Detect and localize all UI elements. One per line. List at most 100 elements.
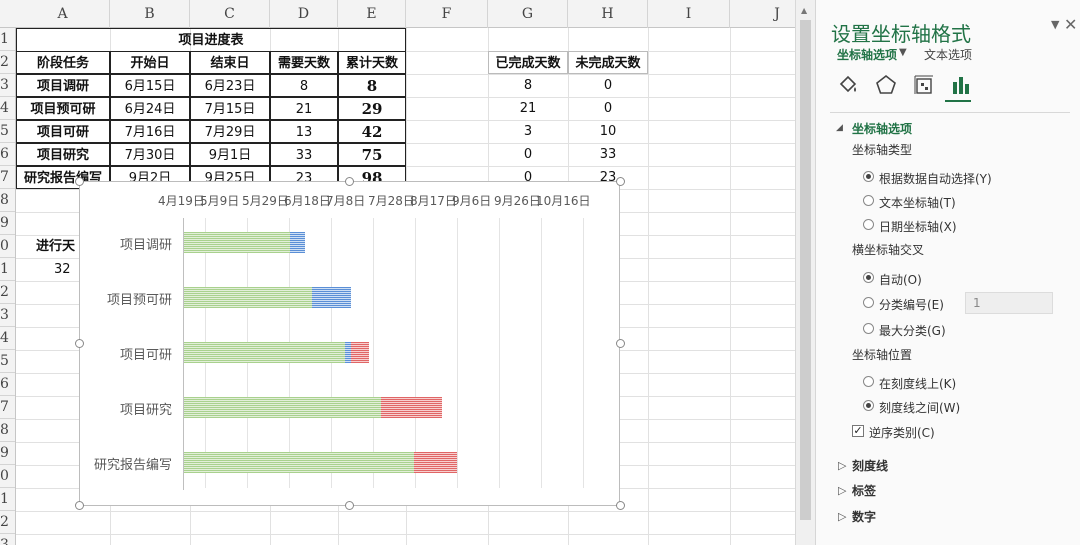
cell-cum[interactable]: 42	[338, 120, 406, 143]
option-on-tick-marks[interactable]: 在刻度线上(K)	[879, 375, 956, 392]
header-cum[interactable]: 累计天数	[338, 51, 406, 74]
cell-start[interactable]: 7月30日	[110, 143, 190, 166]
resize-handle[interactable]	[616, 177, 625, 186]
cell-task[interactable]: 项目调研	[16, 74, 110, 97]
radio-axis-date[interactable]	[863, 219, 874, 230]
cell-end[interactable]: 9月1日	[190, 143, 270, 166]
header-task[interactable]: 阶段任务	[16, 51, 110, 74]
cell-cum[interactable]: 75	[338, 143, 406, 166]
reverse-categories-checkbox[interactable]: ✓	[852, 425, 864, 437]
bar-offset[interactable]	[184, 287, 312, 308]
close-icon[interactable]: ✕	[1064, 15, 1077, 34]
reverse-categories-label[interactable]: 逆序类别(C)	[869, 424, 935, 441]
radio-axis-text[interactable]	[863, 195, 874, 206]
radio-between-tick-marks[interactable]	[863, 400, 874, 411]
cell-start[interactable]: 6月24日	[110, 97, 190, 120]
tab-axis-options[interactable]: 坐标轴选项	[837, 46, 897, 63]
cell-end[interactable]: 7月15日	[190, 97, 270, 120]
col-header-j[interactable]: J	[730, 0, 795, 28]
col-header-g[interactable]: G	[488, 0, 568, 28]
row-header[interactable]: 1	[0, 258, 15, 281]
bar-remaining[interactable]	[380, 397, 442, 418]
resize-handle[interactable]	[75, 177, 84, 186]
row-header[interactable]: 6	[0, 143, 15, 166]
collapsed-caret-icon[interactable]: ▷	[838, 459, 846, 472]
cell-done[interactable]: 3	[488, 120, 568, 143]
resize-handle[interactable]	[75, 501, 84, 510]
radio-on-tick-marks[interactable]	[863, 376, 874, 387]
row-header[interactable]: 9	[0, 442, 15, 465]
row-header[interactable]: 0	[0, 465, 15, 488]
radio-cross-auto[interactable]	[863, 272, 874, 283]
cell-cum[interactable]: 8	[338, 74, 406, 97]
bar-offset[interactable]	[184, 342, 346, 363]
section-number[interactable]: 数字	[852, 508, 876, 525]
cell-task[interactable]: 项目预可研	[16, 97, 110, 120]
row-header[interactable]: 9	[0, 212, 15, 235]
bar-remaining[interactable]	[350, 342, 370, 363]
cell-remain[interactable]: 10	[568, 120, 648, 143]
row-header[interactable]: 2	[0, 511, 15, 534]
header-remain[interactable]: 未完成天数	[568, 51, 648, 74]
radio-axis-auto[interactable]	[863, 171, 874, 182]
header-end[interactable]: 结束日	[190, 51, 270, 74]
row-header[interactable]: 3	[0, 304, 15, 327]
row-header[interactable]: 8	[0, 189, 15, 212]
option-cross-auto[interactable]: 自动(O)	[879, 271, 922, 288]
cell-start[interactable]: 6月15日	[110, 74, 190, 97]
col-header-h[interactable]: H	[568, 0, 648, 28]
row-header[interactable]: 0	[0, 235, 15, 258]
chevron-down-icon[interactable]: ▼	[899, 47, 907, 58]
bar-completed[interactable]	[311, 287, 351, 308]
row-header[interactable]: 3	[0, 74, 15, 97]
resize-handle[interactable]	[75, 339, 84, 348]
resize-handle[interactable]	[345, 177, 354, 186]
row-header[interactable]: 2	[0, 281, 15, 304]
cell-cum[interactable]: 29	[338, 97, 406, 120]
option-axis-auto[interactable]: 根据数据自动选择(Y)	[879, 170, 992, 187]
fill-bucket-icon[interactable]	[836, 73, 860, 97]
row-header[interactable]: 4	[0, 97, 15, 120]
header-need[interactable]: 需要天数	[270, 51, 338, 74]
row-header[interactable]: 1	[0, 488, 15, 511]
radio-cross-max[interactable]	[863, 323, 874, 334]
col-header-a[interactable]: A	[16, 0, 110, 28]
collapsed-caret-icon[interactable]: ▷	[838, 484, 846, 497]
option-cross-max[interactable]: 最大分类(G)	[879, 322, 946, 339]
header-done[interactable]: 已完成天数	[488, 51, 568, 74]
cell-start[interactable]: 7月16日	[110, 120, 190, 143]
bar-offset[interactable]	[184, 232, 290, 253]
gantt-chart[interactable]: 4月19日 5月9日 5月29日 6月18日 7月8日 7月28日 8月17日 9月6日 9月2…	[79, 181, 620, 506]
pentagon-effects-icon[interactable]	[874, 73, 898, 97]
expanded-caret-icon[interactable]: ◢	[836, 123, 843, 133]
row-header[interactable]: 6	[0, 373, 15, 396]
bar-completed[interactable]	[289, 232, 305, 253]
cell-done[interactable]: 21	[488, 97, 568, 120]
row-header[interactable]: 2	[0, 51, 15, 74]
bar-offset[interactable]	[184, 452, 414, 473]
cell-done[interactable]: 8	[488, 74, 568, 97]
cell-remain[interactable]: 0	[568, 74, 648, 97]
col-header-c[interactable]: C	[190, 0, 270, 28]
row-header[interactable]: 3	[0, 534, 15, 545]
row-header[interactable]: 1	[0, 28, 15, 51]
option-axis-date[interactable]: 日期坐标轴(X)	[879, 218, 957, 235]
col-header-b[interactable]: B	[110, 0, 190, 28]
section-labels[interactable]: 标签	[852, 482, 876, 499]
option-cross-category[interactable]: 分类编号(E)	[879, 296, 944, 313]
row-header[interactable]: 4	[0, 327, 15, 350]
col-header-i[interactable]: I	[648, 0, 730, 28]
spreadsheet[interactable]: A B C D E F G H I J 1 2 3 4 5 6 7 8 9 0 …	[0, 0, 795, 545]
cell-done[interactable]: 0	[488, 143, 568, 166]
cell-need[interactable]: 8	[270, 74, 338, 97]
option-axis-text[interactable]: 文本坐标轴(T)	[879, 194, 956, 211]
cell-task[interactable]: 项目研究	[16, 143, 110, 166]
cell-remain[interactable]: 33	[568, 143, 648, 166]
collapsed-caret-icon[interactable]: ▷	[838, 510, 846, 523]
tab-text-options[interactable]: 文本选项	[924, 46, 972, 63]
option-between-tick-marks[interactable]: 刻度线之间(W)	[879, 399, 960, 416]
cell-end[interactable]: 6月23日	[190, 74, 270, 97]
bar-remaining[interactable]	[413, 452, 457, 473]
cell-need[interactable]: 13	[270, 120, 338, 143]
section-tick-marks[interactable]: 刻度线	[852, 457, 888, 474]
